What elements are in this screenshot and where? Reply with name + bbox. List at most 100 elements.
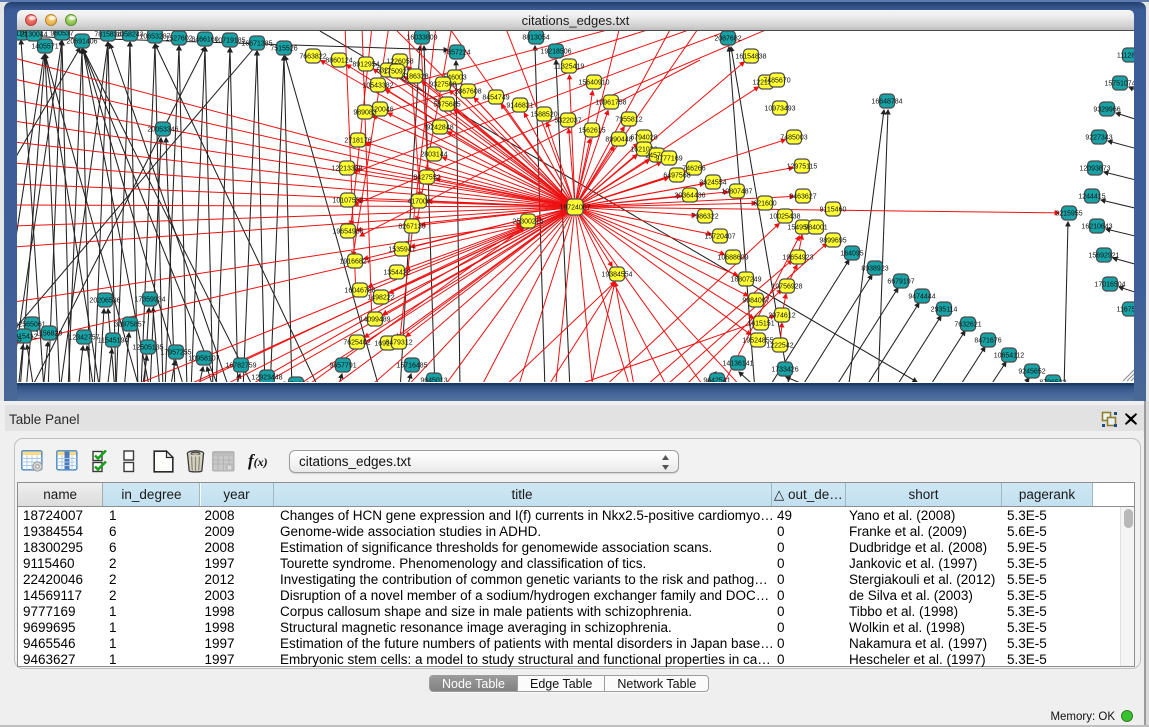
svg-text:8860124: 8860124 (325, 57, 352, 64)
svg-text:2565061: 2565061 (18, 321, 45, 328)
svg-text:2130044: 2130044 (20, 31, 47, 38)
svg-text:16210643: 16210643 (1081, 223, 1112, 230)
svg-text:7625402: 7625402 (343, 339, 370, 346)
svg-text:20053346: 20053346 (147, 126, 178, 133)
svg-text:19166827: 19166827 (339, 258, 370, 265)
svg-text:7955812: 7955812 (615, 116, 642, 123)
svg-text:984001: 984001 (804, 224, 827, 231)
svg-text:17359934: 17359934 (134, 296, 165, 303)
svg-text:5875685: 5875685 (433, 101, 460, 108)
svg-text:1527602: 1527602 (165, 35, 192, 42)
svg-text:8267130: 8267130 (398, 223, 425, 230)
svg-text:11325419: 11325419 (554, 63, 585, 70)
svg-text:9463627: 9463627 (789, 193, 816, 200)
svg-text:989083: 989083 (353, 109, 376, 116)
svg-text:2074612: 2074612 (768, 312, 795, 319)
svg-text:1156829: 1156829 (36, 330, 63, 337)
svg-text:15716485: 15716485 (396, 362, 427, 369)
svg-text:9242848: 9242848 (426, 124, 453, 131)
svg-text:621600: 621600 (753, 200, 776, 207)
svg-text:9645013: 9645013 (420, 377, 447, 382)
svg-text:16046788: 16046788 (344, 287, 375, 294)
svg-text:16671385: 16671385 (241, 40, 272, 47)
svg-text:8813054: 8813054 (522, 34, 549, 41)
svg-text:1733426: 1733426 (771, 366, 798, 373)
svg-text:8479312: 8479312 (385, 339, 412, 346)
svg-text:164095: 164095 (840, 250, 863, 257)
svg-text:25300215: 25300215 (512, 218, 543, 225)
svg-text:417006: 417006 (407, 198, 430, 205)
svg-text:1244415: 1244415 (1078, 193, 1105, 200)
svg-text:10543382: 10543382 (362, 82, 393, 89)
svg-text:2935114: 2935114 (931, 306, 958, 313)
svg-text:8454749: 8454749 (482, 94, 509, 101)
svg-text:10961758: 10961758 (595, 99, 626, 106)
svg-text:17957255: 17957255 (160, 349, 191, 356)
svg-text:9084067: 9084067 (742, 297, 769, 304)
svg-text:20206536: 20206536 (89, 297, 120, 304)
svg-text:7663822: 7663822 (299, 53, 326, 60)
svg-text:2867608: 2867608 (454, 88, 481, 95)
svg-text:16154838: 16154838 (735, 53, 766, 60)
svg-text:10756928: 10756928 (771, 283, 802, 290)
svg-text:15692921: 15692921 (1088, 252, 1119, 259)
svg-text:14099489: 14099489 (359, 316, 390, 323)
svg-text:19654923: 19654923 (782, 254, 813, 261)
svg-text:6794028: 6794028 (630, 134, 657, 141)
svg-text:20364436: 20364436 (674, 192, 705, 199)
svg-text:9899695: 9899695 (819, 237, 846, 244)
svg-text:9115460: 9115460 (820, 206, 847, 213)
svg-text:20691406: 20691406 (66, 38, 97, 45)
svg-text:12093873: 12093873 (1079, 165, 1110, 172)
svg-text:1615151: 1615151 (747, 320, 774, 327)
svg-text:9146821: 9146821 (506, 102, 533, 109)
svg-text:16782759: 16782759 (225, 362, 256, 369)
svg-text:7485003: 7485003 (780, 134, 807, 141)
svg-text:18807249: 18807249 (730, 276, 761, 283)
svg-text:30975857: 30975857 (114, 321, 145, 328)
svg-text:7857224: 7857224 (443, 49, 470, 56)
svg-text:1222542: 1222542 (766, 342, 793, 349)
svg-text:10973493: 10973493 (764, 105, 795, 112)
svg-text:9227343: 9227343 (1085, 134, 1112, 141)
svg-text:1905135: 1905135 (17, 336, 22, 343)
svg-text:9657791: 9657791 (329, 362, 356, 369)
svg-text:15720407: 15720407 (704, 233, 735, 240)
svg-text:14136141: 14136141 (722, 360, 753, 367)
svg-text:6497568: 6497568 (663, 172, 690, 179)
svg-text:19384554: 19384554 (601, 271, 632, 278)
svg-text:12975115: 12975115 (787, 163, 818, 170)
svg-text:11545194: 11545194 (98, 337, 129, 344)
svg-text:8471676: 8471676 (974, 337, 1001, 344)
svg-text:9327508: 9327508 (429, 81, 456, 88)
svg-text:1535941: 1535941 (388, 246, 415, 253)
svg-text:7986322: 7986322 (691, 213, 718, 220)
svg-text:9245652: 9245652 (1018, 368, 1045, 375)
svg-text:3624554: 3624554 (699, 179, 726, 186)
svg-text:1112873: 1112873 (1117, 52, 1134, 59)
svg-text:10807487: 10807487 (721, 188, 752, 195)
svg-text:2803144: 2803144 (420, 151, 447, 158)
svg-text:10654112: 10654112 (994, 352, 1025, 359)
svg-text:8471203: 8471203 (282, 381, 309, 382)
svg-text:7510012: 7510012 (17, 322, 19, 329)
svg-text:18724007: 18724007 (559, 204, 590, 211)
svg-text:6679197: 6679197 (887, 278, 914, 285)
svg-text:8990448: 8990448 (605, 136, 632, 143)
svg-text:12923448: 12923448 (251, 374, 282, 381)
svg-text:2087682: 2087682 (714, 35, 741, 42)
svg-text:8938923: 8938923 (861, 265, 888, 272)
svg-text:3215955: 3215955 (1055, 210, 1082, 217)
svg-text:1167533: 1167533 (1117, 306, 1134, 313)
svg-text:9642541: 9642541 (703, 377, 730, 382)
svg-text:9777169: 9777169 (655, 155, 682, 162)
svg-text:10688609: 10688609 (717, 254, 748, 261)
svg-text:19218506: 19218506 (540, 48, 571, 55)
svg-text:12342757: 12342757 (68, 334, 99, 341)
svg-text:17016504: 17016504 (1094, 281, 1125, 288)
svg-text:16033809: 16033809 (406, 34, 437, 41)
svg-text:12213389: 12213389 (331, 165, 362, 172)
svg-text:8186328: 8186328 (401, 73, 428, 80)
svg-text:15751074: 15751074 (1104, 80, 1134, 87)
svg-text:10107552: 10107552 (332, 197, 363, 204)
